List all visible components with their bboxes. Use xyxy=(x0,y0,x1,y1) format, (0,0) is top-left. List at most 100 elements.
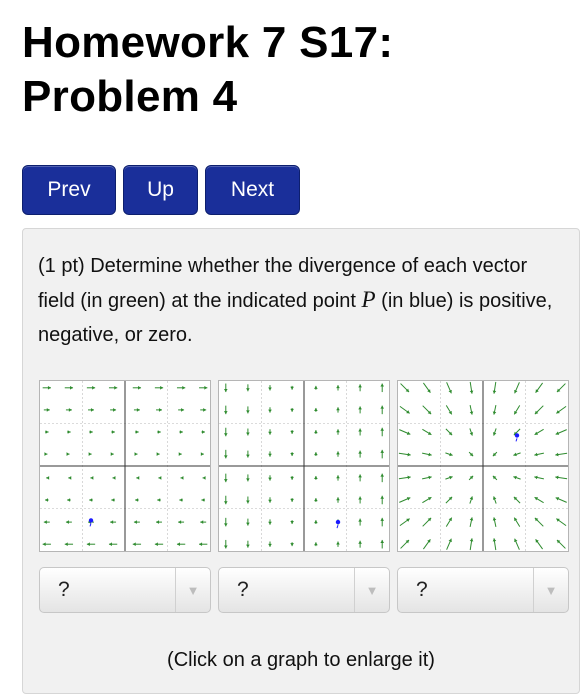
vector-arrow xyxy=(534,405,544,415)
vector-arrow xyxy=(492,538,497,551)
vector-arrow xyxy=(134,452,138,456)
vector-arrow xyxy=(200,408,207,412)
vector-arrow xyxy=(158,476,162,480)
vector-arrow xyxy=(154,542,164,546)
vector-arrow xyxy=(513,475,521,480)
vector-arrow xyxy=(555,497,567,503)
vector-arrow xyxy=(154,386,164,390)
vector-arrow xyxy=(88,408,94,412)
vector-arrow xyxy=(469,496,474,504)
graph-1[interactable] xyxy=(39,380,211,552)
vector-arrow xyxy=(111,430,115,434)
vector-arrow xyxy=(468,451,474,457)
vector-arrow xyxy=(156,452,160,456)
point-p-marker xyxy=(88,518,94,523)
vector-arrow xyxy=(513,496,521,504)
vector-arrow xyxy=(246,540,250,548)
vector-arrow xyxy=(556,518,567,527)
vector-arrow xyxy=(132,542,142,546)
vector-arrow xyxy=(110,408,117,412)
vector-arrow xyxy=(178,452,182,456)
vector-arrow xyxy=(86,386,96,390)
vector-arrow xyxy=(290,498,294,502)
answer-select-3[interactable]: ? ▼ xyxy=(397,567,569,613)
vector-arrow xyxy=(108,386,118,390)
vector-arrow xyxy=(469,517,474,527)
problem-nav: Prev Up Next xyxy=(22,165,300,215)
answer-select-2[interactable]: ? ▼ xyxy=(218,567,390,613)
vector-arrow xyxy=(336,475,340,481)
vector-arrow xyxy=(380,539,384,549)
vector-arrow xyxy=(45,498,49,502)
vector-arrow xyxy=(556,383,566,393)
vector-arrow xyxy=(534,517,544,527)
vector-arrow xyxy=(422,475,432,480)
vector-arrow xyxy=(90,476,94,480)
vector-arrow xyxy=(314,452,318,457)
up-button[interactable]: Up xyxy=(123,165,198,215)
vector-arrow xyxy=(201,498,205,502)
vector-arrow xyxy=(66,452,70,456)
point-p-label xyxy=(336,524,339,529)
vector-arrow xyxy=(290,542,294,547)
vector-arrow xyxy=(380,383,384,393)
vector-arrow xyxy=(132,386,142,390)
vector-arrow xyxy=(67,498,71,502)
vector-arrow xyxy=(358,518,362,526)
vector-arrow xyxy=(135,498,139,502)
vector-arrow xyxy=(422,517,432,527)
vector-arrow xyxy=(44,452,48,456)
vector-arrow xyxy=(224,383,228,393)
vector-arrow xyxy=(290,520,294,525)
vector-arrow xyxy=(555,452,568,457)
vector-arrow xyxy=(157,498,161,502)
point-variable: P xyxy=(361,287,376,312)
chevron-down-icon: ▼ xyxy=(175,568,210,612)
vector-arrow xyxy=(358,450,362,458)
vector-arrow xyxy=(534,496,544,504)
vector-arrow xyxy=(246,428,250,436)
chevron-down-icon: ▼ xyxy=(533,568,568,612)
vector-arrow xyxy=(399,518,410,527)
vector-arrow xyxy=(445,475,453,480)
vector-arrow xyxy=(290,430,294,434)
vector-arrow xyxy=(446,538,452,550)
next-button[interactable]: Next xyxy=(205,165,300,215)
vector-arrow xyxy=(156,408,162,412)
vector-arrow xyxy=(268,385,272,391)
vector-arrow xyxy=(380,449,384,459)
vector-arrow xyxy=(556,405,567,414)
vector-arrow xyxy=(380,517,384,527)
vector-arrow xyxy=(400,539,410,549)
vector-arrow xyxy=(422,428,432,436)
vector-arrow xyxy=(86,542,96,546)
vector-arrow xyxy=(468,475,474,481)
vector-arrow xyxy=(469,538,474,551)
vector-arrow xyxy=(398,475,411,480)
vector-arrow xyxy=(157,430,161,434)
vector-arrow xyxy=(492,428,497,436)
chevron-down-icon: ▼ xyxy=(354,568,389,612)
vector-arrow xyxy=(534,452,544,457)
graph-2[interactable] xyxy=(218,380,390,552)
prev-button[interactable]: Prev xyxy=(22,165,116,215)
vector-arrow xyxy=(42,542,51,546)
vector-arrow xyxy=(136,476,140,480)
vector-arrow xyxy=(336,497,340,503)
point-p-marker xyxy=(335,519,341,525)
vector-arrow xyxy=(224,427,228,437)
graph-3[interactable] xyxy=(397,380,569,552)
vector-arrow xyxy=(201,430,205,434)
point-p-label xyxy=(89,523,92,527)
vector-arrow xyxy=(290,475,294,480)
vector-arrow xyxy=(492,381,497,394)
title-line-2: Problem 4 xyxy=(22,72,238,121)
vector-arrow xyxy=(514,538,520,550)
answer-3-value: ? xyxy=(416,578,428,601)
vector-arrow xyxy=(133,520,140,524)
vector-arrow xyxy=(492,517,497,527)
answer-select-1[interactable]: ? ▼ xyxy=(39,567,211,613)
vector-arrow xyxy=(178,520,185,524)
vector-arrow xyxy=(268,429,272,435)
vector-arrow xyxy=(246,518,250,526)
